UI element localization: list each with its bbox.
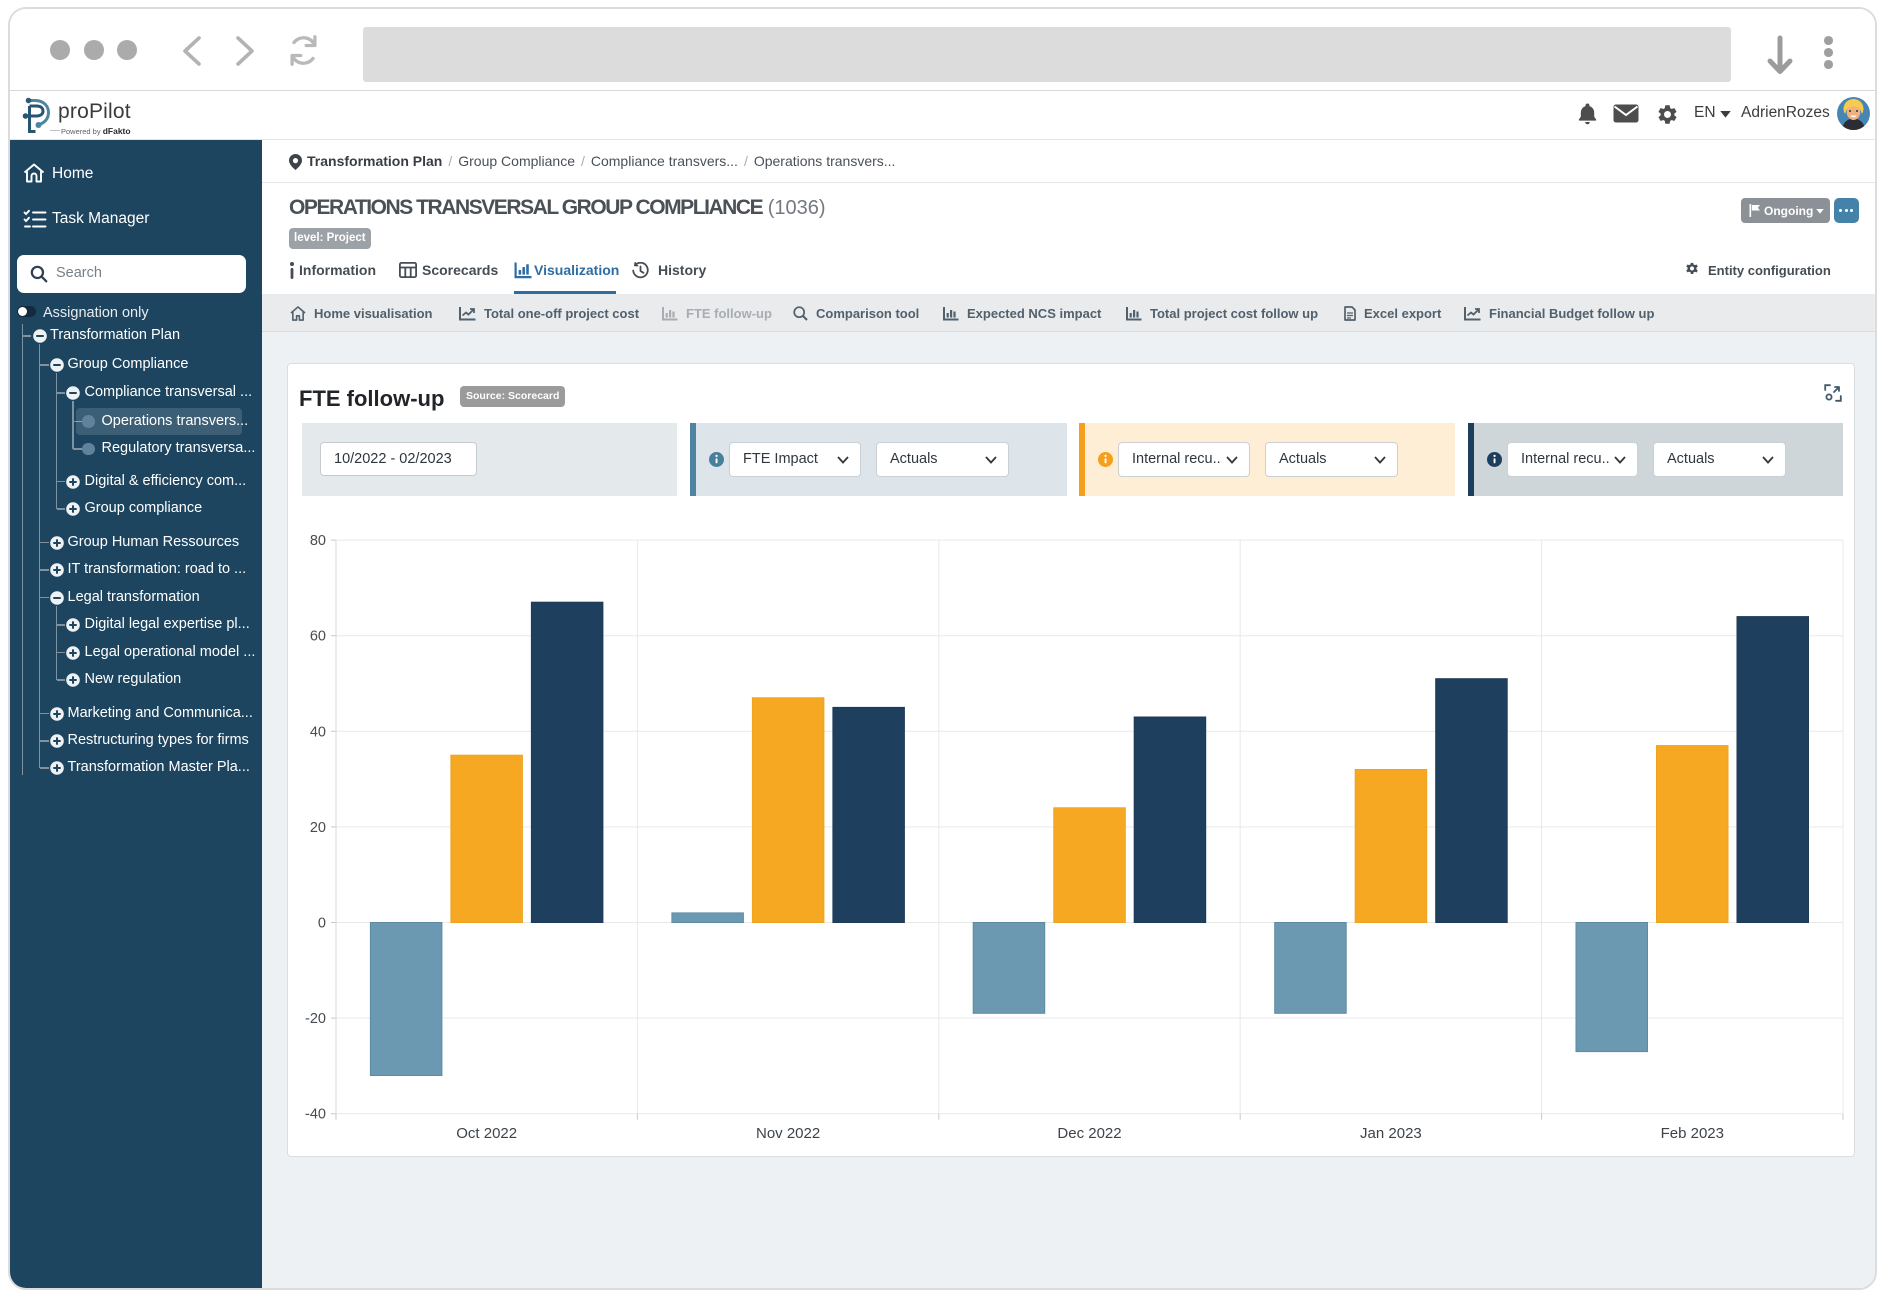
svg-text:0: 0 [318, 916, 326, 932]
svg-text:80: 80 [310, 533, 326, 549]
svg-text:20: 20 [310, 820, 326, 836]
svg-text:Jan 2023: Jan 2023 [1360, 1125, 1422, 1142]
svg-text:60: 60 [310, 629, 326, 645]
svg-text:Feb 2023: Feb 2023 [1661, 1125, 1724, 1142]
svg-text:Oct 2022: Oct 2022 [456, 1125, 517, 1142]
svg-text:40: 40 [310, 724, 326, 740]
svg-text:Dec 2022: Dec 2022 [1057, 1125, 1121, 1142]
svg-text:-20: -20 [305, 1011, 326, 1027]
svg-text:-40: -40 [305, 1107, 326, 1123]
svg-text:Nov 2022: Nov 2022 [756, 1125, 820, 1142]
